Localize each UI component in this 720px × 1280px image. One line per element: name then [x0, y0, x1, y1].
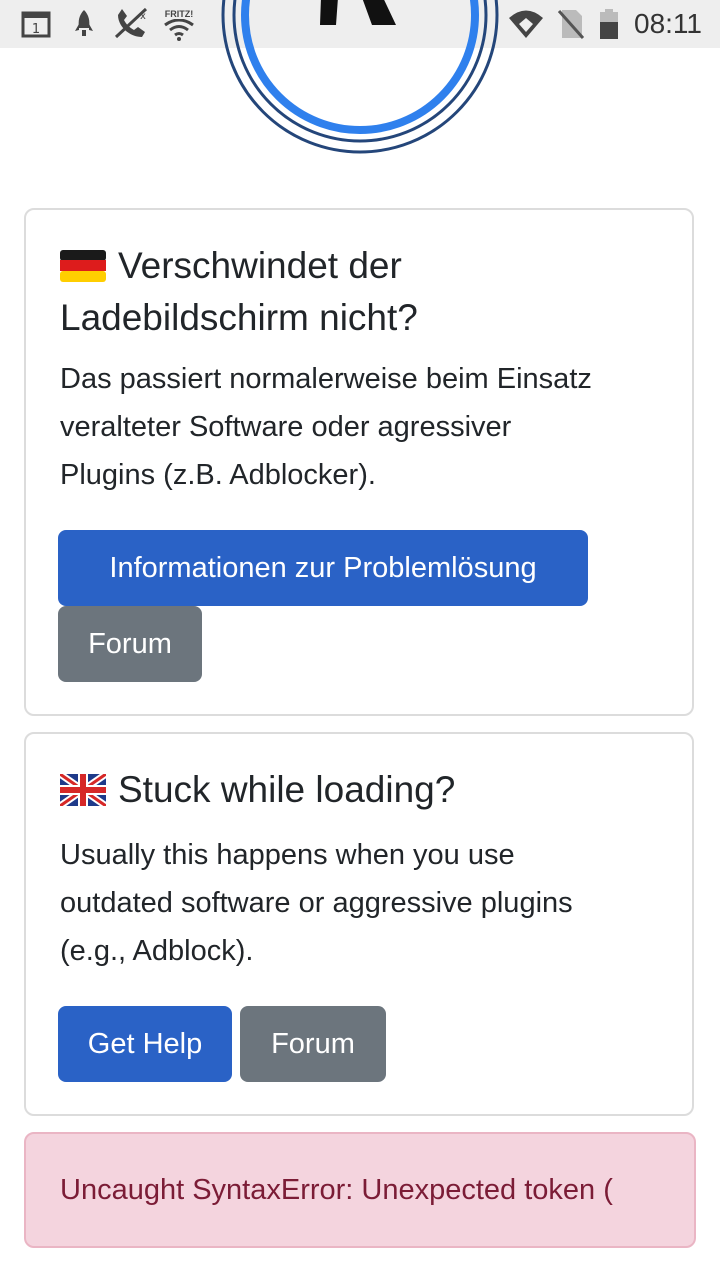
card-english-title: Stuck while loading?: [58, 766, 456, 818]
card-german-body-line3: Plugins (z.B. Adblocker).: [60, 459, 376, 491]
no-sim-icon: [556, 0, 586, 48]
site-logo: [221, 0, 499, 154]
wifi-fritz-label: FRITZ!: [164, 9, 194, 19]
rocket-icon: [70, 0, 98, 48]
uk-flag-icon: [58, 770, 108, 818]
error-alert: Uncaught SyntaxError: Unexpected token (: [24, 1132, 696, 1248]
card-german-title-line1: Verschwindet der: [118, 245, 402, 286]
card-english-body-line1: Usually this happens when you use: [60, 839, 515, 871]
card-german-body: Das passiert normalerweise beim Einsatz …: [60, 355, 670, 499]
forum-button-de[interactable]: Forum: [58, 606, 202, 682]
no-phone-icon: x: [110, 0, 154, 48]
card-german-title: Verschwindet der Ladebildschirm nicht?: [60, 242, 418, 342]
troubleshooting-info-button[interactable]: Informationen zur Problemlösung: [58, 530, 588, 606]
card-german: Verschwindet der Ladebildschirm nicht? D…: [24, 208, 694, 716]
card-english-body: Usually this happens when you use outdat…: [60, 831, 670, 975]
battery-icon: [597, 0, 621, 48]
card-german-title-line2: Ladebildschirm nicht?: [60, 297, 418, 338]
wifi-icon: [506, 0, 546, 48]
card-english-title-text: Stuck while loading?: [118, 769, 456, 810]
calendar-icon: 1: [18, 0, 54, 48]
card-german-body-line1: Das passiert normalerweise beim Einsatz: [60, 363, 592, 395]
card-english: Stuck while loading? Usually this happen…: [24, 732, 694, 1116]
clock: 08:11: [634, 8, 702, 39]
svg-text:x: x: [140, 11, 146, 22]
card-german-body-line2: veralteter Software oder agressiver: [60, 411, 512, 443]
wifi-fritz-icon: FRITZ!: [158, 0, 200, 48]
svg-text:1: 1: [32, 22, 40, 37]
forum-button-en[interactable]: Forum: [240, 1006, 386, 1082]
german-flag-icon: [60, 246, 106, 294]
card-english-body-line2: outdated software or aggressive plugins: [60, 887, 573, 919]
error-message: Uncaught SyntaxError: Unexpected token (: [60, 1174, 613, 1206]
card-english-body-line3: (e.g., Adblock).: [60, 935, 254, 967]
get-help-button[interactable]: Get Help: [58, 1006, 232, 1082]
